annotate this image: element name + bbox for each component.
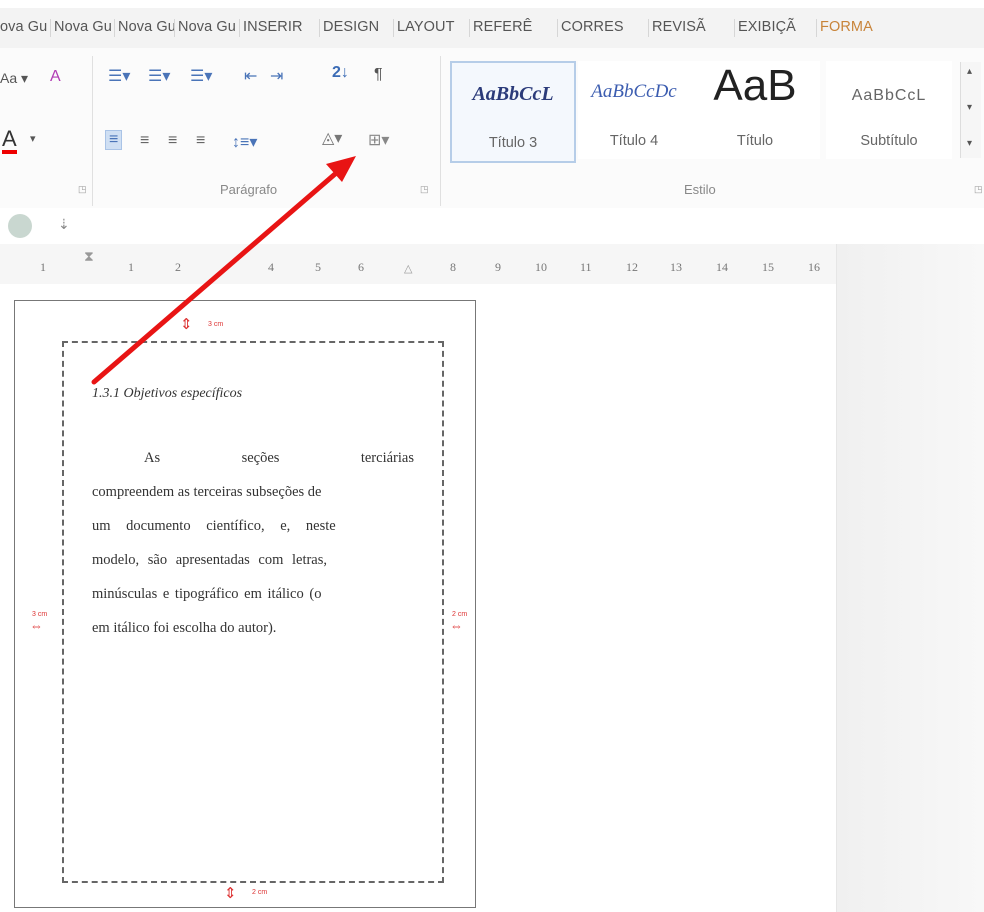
annotation-arrow <box>91 156 356 385</box>
